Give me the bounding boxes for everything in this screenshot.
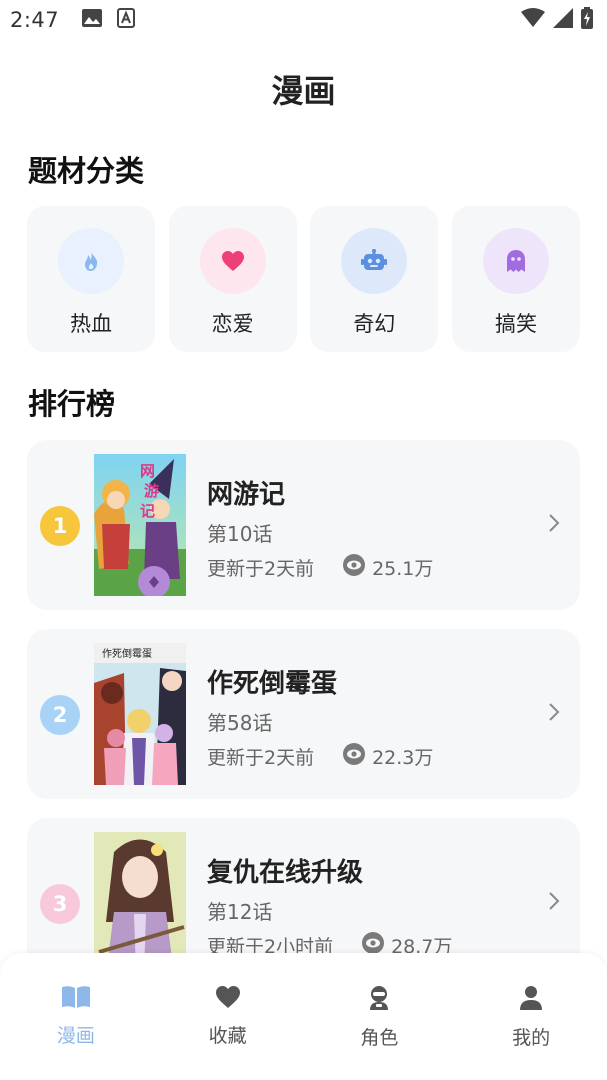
category-card-lianai[interactable]: 恋爱: [168, 206, 297, 352]
chevron-right-icon: [548, 512, 560, 538]
comic-episode: 第12话: [207, 900, 273, 924]
category-list: 热血 恋爱 奇幻 搞笑: [27, 206, 580, 352]
svg-text:游: 游: [144, 482, 159, 500]
comic-episode: 第10话: [207, 522, 273, 546]
status-time: 2:47: [10, 8, 60, 32]
category-card-gaoxiao[interactable]: 搞笑: [451, 206, 580, 352]
comic-cover: 作死倒霉蛋: [94, 643, 186, 785]
eye-icon: [342, 553, 366, 582]
category-label: 搞笑: [494, 312, 537, 336]
category-card-qihuan[interactable]: 奇幻: [310, 206, 439, 352]
svg-text:记: 记: [140, 502, 155, 520]
comic-views: 25.1万: [372, 558, 434, 580]
flame-icon: [58, 228, 124, 294]
comic-title: 网游记: [207, 480, 286, 510]
heart-icon: [199, 228, 266, 294]
category-label: 奇幻: [353, 312, 396, 336]
comic-title: 作死倒霉蛋: [207, 669, 338, 699]
svg-text:作死倒霉蛋: 作死倒霉蛋: [102, 648, 152, 660]
ranking-item-1[interactable]: 1 网 游 记 网游记 第10话 更新于2天前 25.1万: [27, 440, 580, 610]
comic-cover: 网 游 记: [94, 454, 186, 596]
image-icon: [81, 8, 103, 32]
comic-meta: 更新于2天前 25.1万: [207, 553, 433, 582]
category-card-rexue[interactable]: 热血: [27, 206, 155, 352]
chevron-right-icon: [548, 701, 560, 727]
nav-item-characters[interactable]: 角色: [304, 953, 456, 1080]
bottom-nav: 漫画 收藏 角色 我的: [0, 953, 607, 1080]
nav-item-favorites[interactable]: 收藏: [152, 953, 304, 1080]
nav-label: 我的: [512, 1027, 551, 1049]
categories-title: 题材分类: [28, 154, 145, 188]
comic-meta: 更新于2天前 22.3万: [207, 742, 433, 771]
rank-badge: 3: [40, 884, 80, 924]
chevron-right-icon: [548, 890, 560, 916]
book-icon: [61, 985, 91, 1013]
comic-title: 复仇在线升级: [207, 858, 364, 888]
ghost-icon: [482, 228, 549, 294]
eye-icon: [342, 742, 366, 771]
page-title: 漫画: [271, 72, 336, 110]
rank-badge: 1: [40, 506, 80, 546]
ranking-item-2[interactable]: 2 作死倒霉蛋 作死倒霉蛋 第58话 更新于2天前 22.3万: [27, 629, 580, 799]
nav-label: 角色: [360, 1027, 399, 1049]
battery-icon: [581, 7, 593, 33]
nav-item-profile[interactable]: 我的: [455, 953, 607, 1080]
comic-views: 22.3万: [372, 747, 434, 769]
comic-episode: 第58话: [207, 711, 273, 735]
nav-item-comics[interactable]: 漫画: [0, 953, 152, 1080]
comic-updated: 更新于2天前: [207, 747, 315, 769]
nav-label: 漫画: [56, 1025, 95, 1047]
signal-icon: [553, 8, 573, 32]
ranking-title: 排行榜: [28, 387, 116, 421]
font-a-icon: [117, 8, 136, 32]
heart-icon: [215, 985, 241, 1013]
person-icon: [519, 985, 543, 1015]
character-icon: [367, 985, 391, 1015]
wifi-icon: [521, 8, 545, 32]
category-label: 恋爱: [211, 312, 254, 336]
rank-badge: 2: [40, 695, 80, 735]
svg-text:网: 网: [140, 462, 155, 480]
category-label: 热血: [70, 312, 112, 336]
status-bar: 2:47: [0, 0, 607, 40]
comic-updated: 更新于2天前: [207, 558, 315, 580]
robot-icon: [341, 228, 408, 294]
nav-label: 收藏: [208, 1025, 247, 1047]
